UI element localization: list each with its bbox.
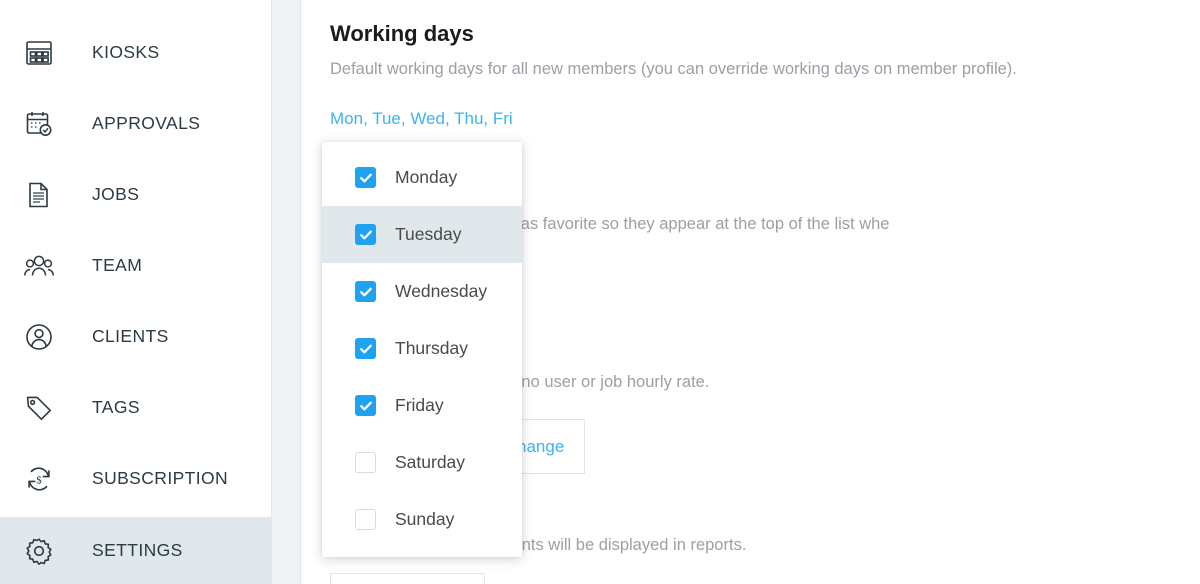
working-days-description: Default working days for all new members… (330, 60, 1017, 78)
working-days-title: Working days (330, 21, 474, 46)
checkbox-checked-icon[interactable] (355, 167, 376, 188)
sidebar-item-label: KIOSKS (92, 42, 160, 62)
sidebar-item-team[interactable]: TEAM (0, 230, 272, 301)
dropdown-item-label: Friday (395, 395, 444, 415)
sidebar-item-label: APPROVALS (92, 113, 201, 133)
svg-text:$: $ (36, 474, 42, 486)
sidebar-item-label: SETTINGS (92, 540, 183, 560)
sidebar-item-label: CLIENTS (92, 326, 169, 346)
dropdown-item-label: Thursday (395, 338, 468, 358)
dropdown-item-sunday[interactable]: Sunday (322, 491, 522, 548)
sidebar-item-approvals[interactable]: APPROVALS (0, 88, 272, 159)
dropdown-item-tuesday[interactable]: Tuesday (322, 206, 522, 263)
dropdown-item-friday[interactable]: Friday (322, 377, 522, 434)
content-gutter (272, 0, 301, 584)
clients-icon (18, 322, 60, 352)
checkbox-checked-icon[interactable] (355, 281, 376, 302)
dropdown-item-label: Monday (395, 167, 458, 187)
dropdown-item-label: Tuesday (395, 224, 462, 244)
dropdown-item-thursday[interactable]: Thursday (322, 320, 522, 377)
sidebar-item-tags[interactable]: TAGS (0, 372, 272, 443)
kiosks-icon (18, 38, 60, 68)
sidebar-item-settings[interactable]: SETTINGS (0, 517, 272, 584)
sidebar-item-label: TEAM (92, 255, 143, 275)
dropdown-item-label: Sunday (395, 509, 455, 529)
sidebar-item-label: SUBSCRIPTION (92, 468, 229, 488)
sidebar-item-kiosks[interactable]: KIOSKS (0, 17, 272, 88)
checkbox-checked-icon[interactable] (355, 224, 376, 245)
checkbox-checked-icon[interactable] (355, 395, 376, 416)
sidebar-item-label: JOBS (92, 184, 140, 204)
app-root: KIOSKS APPROVALS JOBS TEAM CLIENTS TAGS … (0, 0, 1200, 584)
team-icon (18, 251, 60, 281)
sidebar-item-jobs[interactable]: JOBS (0, 159, 272, 230)
dropdown-item-saturday[interactable]: Saturday (322, 434, 522, 491)
sidebar: KIOSKS APPROVALS JOBS TEAM CLIENTS TAGS … (0, 0, 272, 584)
dropdown-item-wednesday[interactable]: Wednesday (322, 263, 522, 320)
working-days-dropdown[interactable]: Monday Tuesday Wednesday Thursday Friday (322, 142, 522, 557)
sidebar-item-label: TAGS (92, 397, 140, 417)
checkbox-checked-icon[interactable] (355, 338, 376, 359)
checkbox-unchecked-icon[interactable] (355, 509, 376, 530)
dropdown-item-label: Wednesday (395, 281, 488, 301)
jobs-icon (18, 180, 60, 210)
dropdown-item-monday[interactable]: Monday (322, 149, 522, 206)
working-days-selected-link[interactable]: Mon, Tue, Wed, Thu, Fri (330, 109, 513, 129)
checkbox-unchecked-icon[interactable] (355, 452, 376, 473)
partially-hidden-control[interactable] (330, 573, 485, 584)
sidebar-item-clients[interactable]: CLIENTS (0, 301, 272, 372)
sidebar-item-subscription[interactable]: $ SUBSCRIPTION (0, 443, 272, 514)
settings-gear-icon (18, 536, 60, 566)
approvals-icon (18, 109, 60, 139)
dropdown-item-label: Saturday (395, 452, 466, 472)
subscription-icon: $ (18, 464, 60, 494)
tags-icon (18, 393, 60, 423)
